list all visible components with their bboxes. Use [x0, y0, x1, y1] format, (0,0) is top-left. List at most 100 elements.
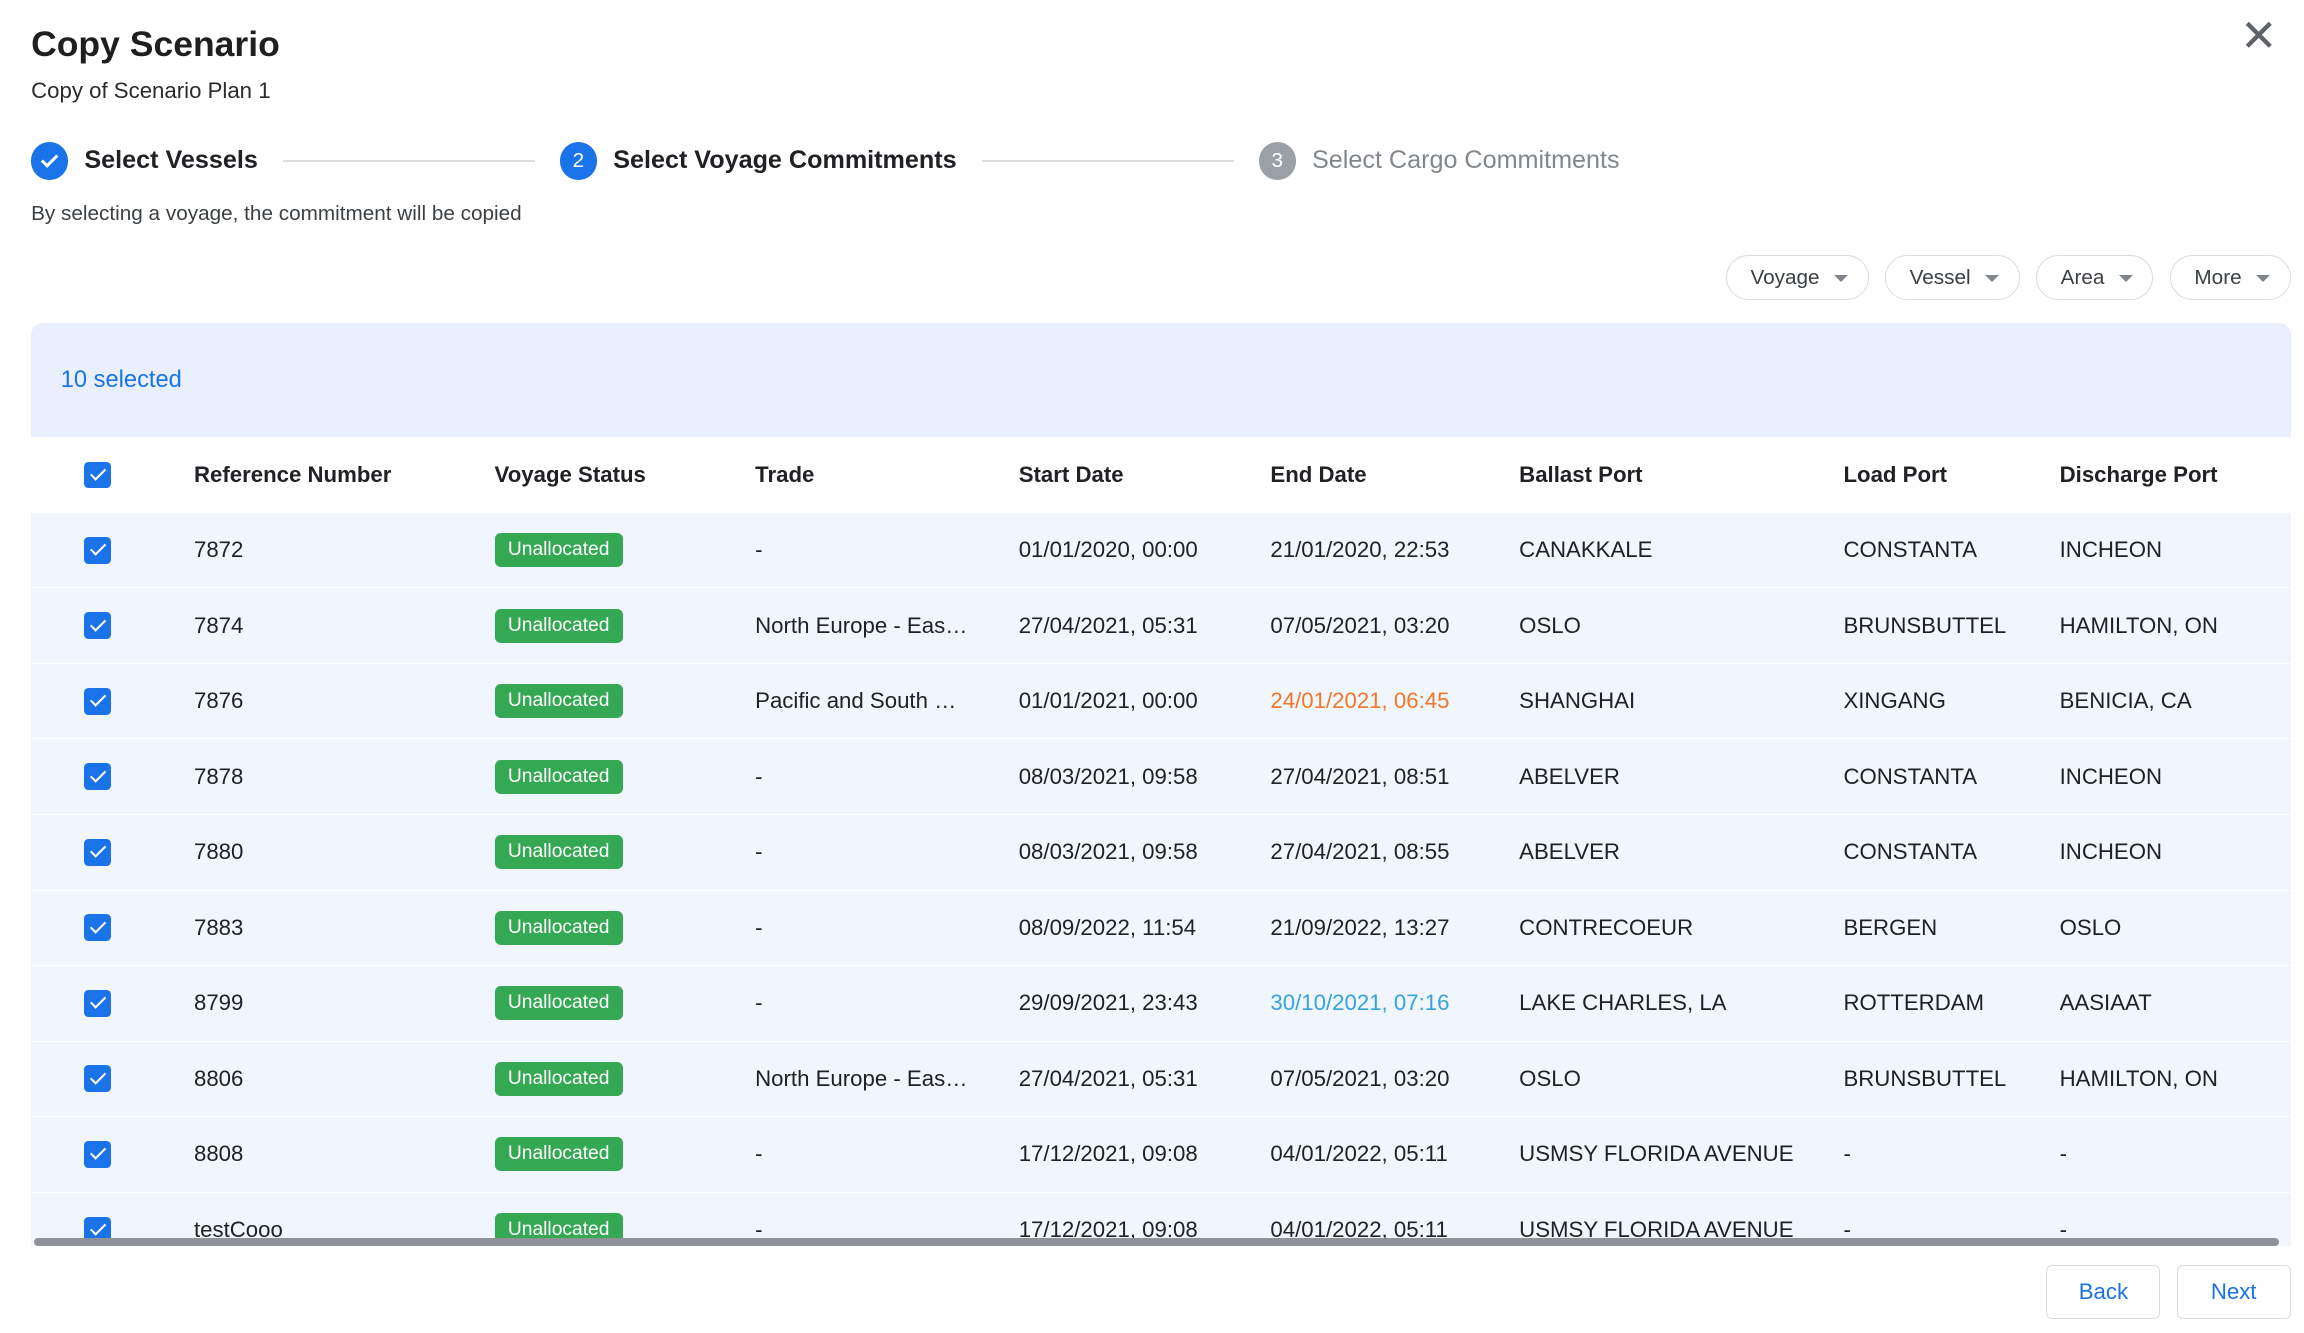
cell-end-date: 24/01/2021, 06:45 [1270, 688, 1519, 714]
row-checkbox[interactable] [84, 1065, 111, 1092]
row-checkbox[interactable] [84, 537, 111, 564]
dialog-footer: Back Next [0, 1251, 2304, 1332]
filter-vessel-button[interactable]: Vessel [1885, 255, 2020, 299]
column-header-trade: Trade [755, 462, 1019, 488]
cell-end-date: 27/04/2021, 08:51 [1270, 764, 1519, 790]
step-label-select-voyage-commitments: Select Voyage Commitments [613, 146, 956, 175]
filter-voyage-button[interactable]: Voyage [1726, 255, 1869, 299]
filter-voyage-label: Voyage [1750, 266, 1819, 290]
table-row[interactable]: 7880 Unallocated - 08/03/2021, 09:58 27/… [31, 815, 2291, 891]
cell-start-date: 01/01/2020, 00:00 [1019, 537, 1271, 563]
stepper: Select Vessels 2 Select Voyage Commitmen… [31, 142, 2304, 179]
dialog-subtitle: Copy of Scenario Plan 1 [31, 78, 2304, 104]
stepper-connector [283, 160, 535, 161]
copy-scenario-dialog: Copy Scenario Copy of Scenario Plan 1 ✕ … [0, 0, 2304, 1333]
row-checkbox[interactable] [84, 763, 111, 790]
column-header-discharge-port: Discharge Port [2060, 462, 2291, 488]
cell-ballast-port: USMSY FLORIDA AVENUE [1519, 1141, 1843, 1167]
step-select-cargo-commitments[interactable]: 3 Select Cargo Commitments [1259, 142, 1620, 179]
cell-discharge-port: OSLO [2060, 915, 2291, 941]
cell-load-port: BERGEN [1843, 915, 2059, 941]
cell-end-date: 21/01/2020, 22:53 [1270, 537, 1519, 563]
table-header-row: Reference Number Voyage Status Trade Sta… [31, 437, 2291, 513]
cell-ballast-port: CONTRECOEUR [1519, 915, 1843, 941]
step-number-3: 3 [1259, 142, 1296, 179]
stepper-connector [982, 160, 1234, 161]
cell-end-date: 21/09/2022, 13:27 [1270, 915, 1519, 941]
close-icon[interactable]: ✕ [2240, 15, 2277, 59]
row-checkbox[interactable] [84, 990, 111, 1017]
cell-start-date: 29/09/2021, 23:43 [1019, 990, 1271, 1016]
cell-discharge-port: HAMILTON, ON [2060, 613, 2291, 639]
cell-trade: - [755, 990, 1019, 1016]
filter-area-label: Area [2061, 266, 2105, 290]
row-checkbox[interactable] [84, 1141, 111, 1168]
step-select-vessels[interactable]: Select Vessels [31, 142, 258, 179]
table-row[interactable]: 7878 Unallocated - 08/03/2021, 09:58 27/… [31, 739, 2291, 815]
cell-load-port: CONSTANTA [1843, 537, 2059, 563]
cell-load-port: ROTTERDAM [1843, 990, 2059, 1016]
table-row[interactable]: 7872 Unallocated - 01/01/2020, 00:00 21/… [31, 513, 2291, 589]
filter-bar: Voyage Vessel Area More [0, 255, 2291, 299]
status-badge: Unallocated [495, 835, 623, 869]
cell-ballast-port: SHANGHAI [1519, 688, 1843, 714]
cell-trade: North Europe - Eas… [755, 1066, 1019, 1092]
next-button[interactable]: Next [2177, 1265, 2291, 1318]
column-header-voyage-status: Voyage Status [495, 462, 756, 488]
cell-reference-number: 7883 [194, 915, 495, 941]
cell-ballast-port: OSLO [1519, 613, 1843, 639]
select-all-checkbox[interactable] [84, 462, 111, 489]
chevron-down-icon [2256, 275, 2270, 282]
cell-start-date: 01/01/2021, 00:00 [1019, 688, 1271, 714]
status-badge: Unallocated [495, 760, 623, 794]
cell-reference-number: 8806 [194, 1066, 495, 1092]
cell-discharge-port: INCHEON [2060, 839, 2291, 865]
cell-load-port: BRUNSBUTTEL [1843, 1066, 2059, 1092]
cell-start-date: 08/03/2021, 09:58 [1019, 764, 1271, 790]
status-badge: Unallocated [495, 1137, 623, 1171]
table-row[interactable]: 8808 Unallocated - 17/12/2021, 09:08 04/… [31, 1117, 2291, 1193]
cell-ballast-port: OSLO [1519, 1066, 1843, 1092]
status-badge: Unallocated [495, 986, 623, 1020]
cell-start-date: 17/12/2021, 09:08 [1019, 1141, 1271, 1167]
cell-load-port: CONSTANTA [1843, 764, 2059, 790]
table-row[interactable]: 8806 Unallocated North Europe - Eas… 27/… [31, 1042, 2291, 1118]
cell-discharge-port: - [2060, 1141, 2291, 1167]
cell-discharge-port: AASIAAT [2060, 990, 2291, 1016]
table-row[interactable]: 8799 Unallocated - 29/09/2021, 23:43 30/… [31, 966, 2291, 1042]
status-badge: Unallocated [495, 533, 623, 567]
filter-area-button[interactable]: Area [2036, 255, 2153, 299]
column-header-reference-number: Reference Number [194, 462, 495, 488]
cell-end-date: 30/10/2021, 07:16 [1270, 990, 1519, 1016]
cell-ballast-port: LAKE CHARLES, LA [1519, 990, 1843, 1016]
cell-reference-number: 7876 [194, 688, 495, 714]
row-checkbox[interactable] [84, 839, 111, 866]
cell-reference-number: 8799 [194, 990, 495, 1016]
cell-ballast-port: CANAKKALE [1519, 537, 1843, 563]
cell-start-date: 27/04/2021, 05:31 [1019, 613, 1271, 639]
cell-trade: Pacific and South … [755, 688, 1019, 714]
back-button[interactable]: Back [2046, 1265, 2160, 1318]
cell-load-port: XINGANG [1843, 688, 2059, 714]
horizontal-scrollbar[interactable] [34, 1238, 2279, 1245]
table-body: 7872 Unallocated - 01/01/2020, 00:00 21/… [31, 513, 2291, 1246]
cell-reference-number: 7878 [194, 764, 495, 790]
table-row[interactable]: 7876 Unallocated Pacific and South … 01/… [31, 664, 2291, 740]
checkmark-glyph [41, 150, 59, 168]
cell-start-date: 08/03/2021, 09:58 [1019, 839, 1271, 865]
table-row[interactable]: 7883 Unallocated - 08/09/2022, 11:54 21/… [31, 891, 2291, 967]
filter-vessel-label: Vessel [1910, 266, 1971, 290]
cell-discharge-port: HAMILTON, ON [2060, 1066, 2291, 1092]
row-checkbox[interactable] [84, 914, 111, 941]
cell-start-date: 27/04/2021, 05:31 [1019, 1066, 1271, 1092]
filter-more-button[interactable]: More [2170, 255, 2291, 299]
column-header-end-date: End Date [1270, 462, 1519, 488]
step-select-voyage-commitments[interactable]: 2 Select Voyage Commitments [560, 142, 957, 179]
selection-summary-bar: 10 selected [31, 323, 2291, 437]
chevron-down-icon [1985, 275, 1999, 282]
column-header-load-port: Load Port [1843, 462, 2059, 488]
cell-end-date: 07/05/2021, 03:20 [1270, 613, 1519, 639]
row-checkbox[interactable] [84, 612, 111, 639]
table-row[interactable]: 7874 Unallocated North Europe - Eas… 27/… [31, 588, 2291, 664]
row-checkbox[interactable] [84, 688, 111, 715]
